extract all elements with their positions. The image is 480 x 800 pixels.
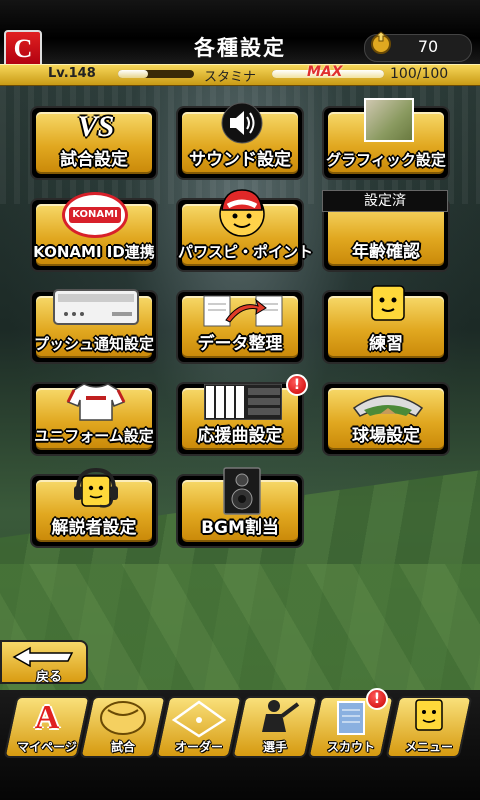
stadium-icon [352,395,424,417]
push-notification-label: プッシュ通知設定 [33,335,154,353]
speaker-box-icon [223,467,261,515]
sound-settings-button[interactable]: サウンド設定 [176,102,304,180]
stamina-label: スタミナ [204,70,257,85]
graphic-preview-icon [364,98,414,142]
level-gauge [118,70,194,78]
nav-label: 選手 [262,740,287,754]
level-label: Lv.148 [48,66,96,81]
mypage-icon: A [34,699,60,736]
nav-mypage[interactable]: A マイページ [3,696,91,760]
nav-label: オーダー [174,740,223,754]
match-settings-label: 試合設定 [60,150,128,170]
ball-icon [100,701,146,735]
cheer-song-settings-label: 応援曲設定 [197,426,283,446]
nav-players[interactable]: 選手 [231,696,319,760]
push-notification-settings-button[interactable]: プッシュ通知設定 [30,289,158,364]
konami-id-icon-text: KONAMI ID [69,207,121,236]
back-button[interactable]: 戻る [0,636,90,686]
nav-label: マイページ [17,740,77,754]
age-check-label: 年齢確認 [352,242,420,262]
stamina-value: 100/100 [390,66,449,82]
konami-id-icon: KONAMI ID [62,192,128,238]
commentator-settings-button[interactable]: 解説者設定 [30,468,158,548]
nav-menu[interactable]: メニュー [385,696,473,760]
powaspi-point-button[interactable]: パワスピ・ポイント [176,189,314,272]
keyboard-icon [204,384,282,420]
practice-label: 練習 [369,334,403,354]
uniform-settings-button[interactable]: ユニフォーム設定 [30,382,158,456]
practice-mascot-icon [371,285,405,321]
scout-alert-badge: ! [366,688,388,710]
uniform-icon [66,383,126,421]
coin-icon [371,31,391,54]
vs-icon: VS [77,110,115,143]
stadium-settings-button[interactable]: 球場設定 [322,382,450,456]
back-label: 戻る [36,670,63,685]
field-icon [171,700,227,738]
data-organize-button[interactable]: データ整理 [176,290,304,364]
nav-match[interactable]: 試合 [79,696,167,760]
data-organize-label: データ整理 [197,334,283,354]
konami-id-label: KONAMI ID連携 [33,243,155,261]
practice-button[interactable]: 練習 [322,285,450,364]
uniform-settings-label: ユニフォーム設定 [34,427,154,445]
konami-id-button[interactable]: KONAMI ID KONAMI ID連携 [30,192,158,272]
cheer-song-alert-badge: ! [286,374,308,396]
nav-label: スカウト [326,740,375,754]
back-arrow-icon [12,646,74,668]
bgm-assign-button[interactable]: BGM割当 [176,467,304,548]
nav-label: メニュー [404,740,453,754]
headset-mascot-icon [74,468,118,508]
bgm-assign-label: BGM割当 [201,518,279,538]
speaker-icon [221,102,263,144]
mascot-face-icon [219,189,265,237]
nav-order[interactable]: オーダー [155,696,243,760]
device-icon [53,289,139,325]
stamina-max-label: MAX [307,64,343,80]
commentator-settings-label: 解説者設定 [51,518,137,538]
graphic-settings-button[interactable]: グラフィック設定 [322,98,450,180]
age-check-status-tag: 設定済 [322,190,448,212]
nav-label: 試合 [110,740,135,754]
cheer-song-settings-button[interactable]: 応援曲設定 [176,382,304,456]
level-gauge-fill [118,70,149,78]
match-settings-button[interactable]: VS 試合設定 [30,106,158,180]
sound-settings-label: サウンド設定 [189,150,291,170]
coin-count: 70 [417,37,439,56]
graphic-settings-label: グラフィック設定 [326,151,446,169]
stadium-settings-label: 球場設定 [352,426,420,446]
data-transfer-icon [203,295,283,327]
powaspi-point-label: パワスピ・ポイント [178,243,314,261]
menu-icon [415,699,443,731]
player-icon [262,700,300,732]
